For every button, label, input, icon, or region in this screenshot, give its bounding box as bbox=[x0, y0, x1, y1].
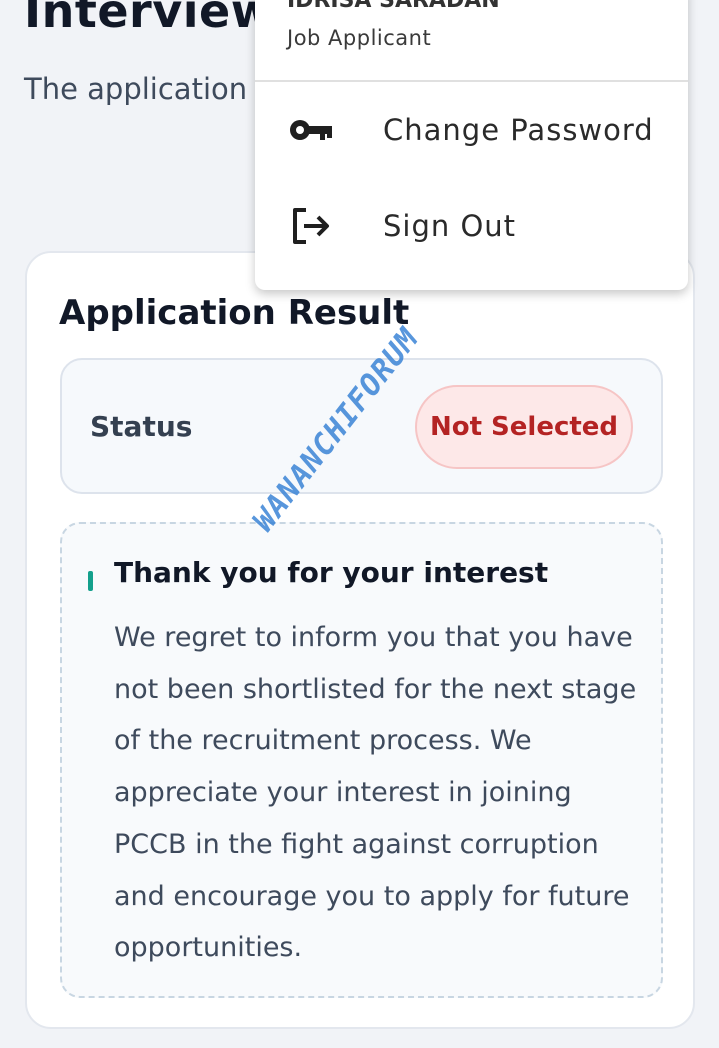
card-title: Application Result bbox=[59, 293, 410, 333]
menu-divider bbox=[255, 80, 688, 82]
page-title: Interview bbox=[24, 0, 274, 38]
sign-out-label: Sign Out bbox=[383, 209, 517, 243]
user-role: Job Applicant bbox=[287, 26, 432, 50]
application-result-card: Application Result Status Not Selected T… bbox=[25, 251, 695, 1029]
user-menu-dropdown: IDRISA SARADAN Job Applicant Change Pass… bbox=[255, 0, 688, 290]
message-box: Thank you for your interest We regret to… bbox=[60, 522, 663, 998]
message-body: We regret to inform you that you have no… bbox=[114, 622, 637, 964]
message-title: Thank you for your interest bbox=[114, 556, 549, 589]
accent-bar bbox=[88, 571, 93, 591]
sign-out-menu-item[interactable]: Sign Out bbox=[255, 184, 688, 268]
change-password-menu-item[interactable]: Change Password bbox=[255, 88, 688, 172]
user-name: IDRISA SARADAN bbox=[287, 0, 500, 13]
key-icon bbox=[288, 110, 334, 150]
status-box: Status Not Selected bbox=[60, 358, 663, 494]
application-result-page: Interview The application can view your … bbox=[0, 0, 719, 1048]
logout-icon bbox=[288, 206, 334, 246]
change-password-label: Change Password bbox=[383, 113, 654, 147]
status-badge: Not Selected bbox=[415, 385, 633, 469]
status-label: Status bbox=[90, 410, 193, 443]
